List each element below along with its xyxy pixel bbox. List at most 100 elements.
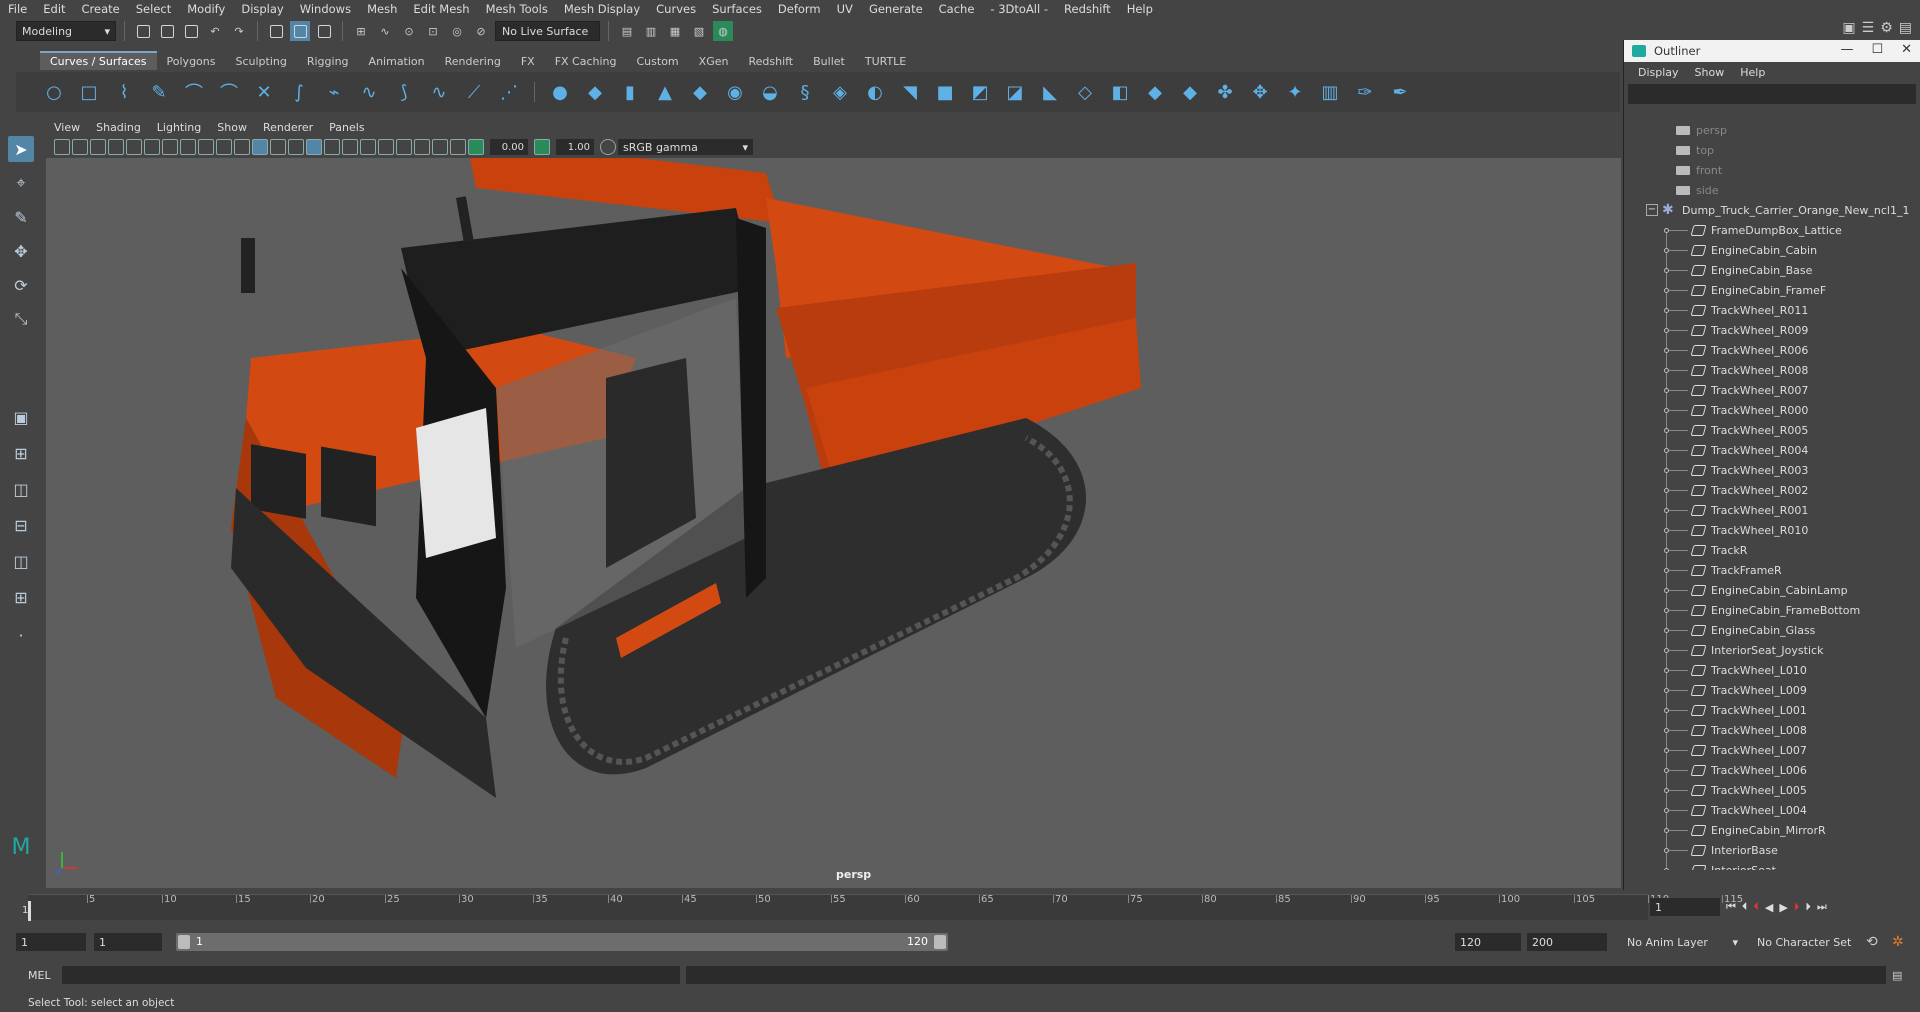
nurbs-torus-icon[interactable]: ◉ [721, 78, 749, 106]
insert-isoparm-icon[interactable]: ✥ [1246, 78, 1274, 106]
outliner-mesh-item[interactable]: EngineCabin_FrameBottom [1624, 600, 1920, 620]
play-forward-icon[interactable]: ▶ [1779, 901, 1787, 914]
character-set-dropdown[interactable]: No Character Set [1752, 933, 1862, 951]
persp-graph-icon[interactable]: ◫ [8, 548, 34, 574]
outliner-mesh-item[interactable]: TrackWheel_L010 [1624, 660, 1920, 680]
outliner-mesh-item[interactable]: TrackFrameR [1624, 560, 1920, 580]
view-transform-dropdown[interactable]: sRGB gamma ▾ [618, 139, 753, 155]
outliner-mesh-item[interactable]: EngineCabin_Cabin [1624, 240, 1920, 260]
select-hierarchy-icon[interactable] [266, 21, 286, 41]
anim-prefs-icon[interactable]: ✲ [1892, 934, 1904, 950]
outliner-mesh-item[interactable]: TrackWheel_L007 [1624, 740, 1920, 760]
birail-icon[interactable]: ◥ [896, 78, 924, 106]
save-scene-icon[interactable] [181, 21, 201, 41]
menu-select[interactable]: Select [128, 2, 179, 16]
shelf-tab-fx-caching[interactable]: FX Caching [545, 53, 627, 70]
expand-dot-icon[interactable] [1664, 548, 1669, 553]
expand-dot-icon[interactable] [1664, 828, 1669, 833]
curve-icon[interactable]: ∫ [285, 78, 313, 106]
motion-blur-icon[interactable] [378, 139, 394, 155]
shelf-tab-polygons[interactable]: Polygons [157, 53, 226, 70]
outliner-group-item[interactable]: − ✱ Dump_Truck_Carrier_Orange_New_ncl1_1 [1624, 200, 1920, 220]
outliner-mesh-item[interactable]: TrackWheel_R005 [1624, 420, 1920, 440]
expand-dot-icon[interactable] [1664, 488, 1669, 493]
collapse-icon[interactable]: − [1646, 204, 1658, 216]
safe-action-icon[interactable] [198, 139, 214, 155]
tool-settings-icon[interactable]: ⚙ [1880, 20, 1893, 36]
outliner-camera-item[interactable]: persp [1624, 120, 1920, 140]
xray-joints-icon[interactable] [450, 139, 466, 155]
four-view-icon[interactable]: ⊞ [8, 440, 34, 466]
attribute-editor-icon[interactable]: ☰ [1862, 20, 1875, 36]
outliner-mesh-item[interactable]: TrackWheel_R007 [1624, 380, 1920, 400]
trim-icon[interactable]: ◧ [1106, 78, 1134, 106]
shelf-tab-rigging[interactable]: Rigging [297, 53, 359, 70]
smooth-shade-icon[interactable] [252, 139, 268, 155]
outliner-mesh-item[interactable]: FrameDumpBox_Lattice [1624, 220, 1920, 240]
expand-dot-icon[interactable] [1664, 368, 1669, 373]
render-current-icon[interactable]: ▤ [617, 21, 637, 41]
scene-end-field[interactable]: 200 [1527, 933, 1607, 951]
expand-dot-icon[interactable] [1664, 428, 1669, 433]
range-slider[interactable]: 1 120 [176, 933, 948, 951]
live-surface-field[interactable]: No Live Surface [495, 21, 600, 41]
outliner-mesh-item[interactable]: TrackWheel_R002 [1624, 480, 1920, 500]
menu-uv[interactable]: UV [829, 2, 861, 16]
expand-dot-icon[interactable] [1664, 468, 1669, 473]
planar-icon[interactable]: ◈ [826, 78, 854, 106]
move-tool-icon[interactable]: ✥ [8, 238, 34, 264]
menu-surfaces[interactable]: Surfaces [704, 2, 770, 16]
playback-end-field[interactable]: 120 [1455, 933, 1521, 951]
outliner-mesh-item[interactable]: TrackWheel_L005 [1624, 780, 1920, 800]
expand-dot-icon[interactable] [1664, 648, 1669, 653]
make-live-icon[interactable]: ⊘ [471, 21, 491, 41]
expand-dot-icon[interactable] [1664, 768, 1669, 773]
mel-input[interactable] [62, 966, 680, 984]
menu-deform[interactable]: Deform [770, 2, 829, 16]
extrude-icon[interactable]: ◐ [861, 78, 889, 106]
use-default-material-icon[interactable] [270, 139, 286, 155]
outliner-menu-display[interactable]: Display [1630, 66, 1687, 79]
outliner-mesh-item[interactable]: TrackWheel_L009 [1624, 680, 1920, 700]
menu-display[interactable]: Display [233, 2, 291, 16]
snap-grid-icon[interactable]: ⊞ [351, 21, 371, 41]
outliner-mesh-item[interactable]: InteriorSeat_Joystick [1624, 640, 1920, 660]
outliner-mesh-item[interactable]: EngineCabin_Glass [1624, 620, 1920, 640]
image-plane-icon[interactable] [90, 139, 106, 155]
expand-dot-icon[interactable] [1664, 588, 1669, 593]
menu-windows[interactable]: Windows [292, 2, 359, 16]
outliner-mesh-item[interactable]: TrackWheel_L006 [1624, 760, 1920, 780]
camera-attributes-icon[interactable] [54, 139, 70, 155]
step-back-key-icon[interactable]: ⏴ [1742, 900, 1748, 914]
range-handle-end[interactable] [934, 935, 946, 949]
outliner-mesh-item[interactable]: TrackWheel_R006 [1624, 340, 1920, 360]
isolate-select-icon[interactable] [414, 139, 430, 155]
lasso-tool-icon[interactable]: ⌖ [8, 170, 34, 196]
bookmark-icon[interactable] [72, 139, 88, 155]
insert-knot-icon[interactable]: ⋰ [495, 78, 523, 106]
ambient-occlusion-icon[interactable] [360, 139, 376, 155]
shelf-tab-curves-surfaces[interactable]: Curves / Surfaces [40, 51, 157, 70]
redo-icon[interactable]: ↷ [229, 21, 249, 41]
shelf-tab-rendering[interactable]: Rendering [435, 53, 511, 70]
expand-dot-icon[interactable] [1664, 668, 1669, 673]
panel-menu-shading[interactable]: Shading [88, 121, 149, 134]
hypershade-layout-icon[interactable]: ⊞ [8, 584, 34, 610]
outliner-mesh-item[interactable]: InteriorSeat [1624, 860, 1920, 870]
anti-aliasing-icon[interactable] [396, 139, 412, 155]
persp-outliner-icon[interactable]: ⊟ [8, 512, 34, 538]
ep-curve-icon[interactable]: ⌇ [110, 78, 138, 106]
expand-dot-icon[interactable] [1664, 268, 1669, 273]
nurbs-cone-icon[interactable]: ▲ [651, 78, 679, 106]
outliner-camera-item[interactable]: top [1624, 140, 1920, 160]
expand-dot-icon[interactable] [1664, 748, 1669, 753]
outliner-camera-item[interactable]: side [1624, 180, 1920, 200]
close-icon[interactable]: ✕ [1901, 42, 1912, 57]
expand-dot-icon[interactable] [1664, 728, 1669, 733]
expand-dot-icon[interactable] [1664, 688, 1669, 693]
scene-start-field[interactable]: 1 [16, 933, 86, 951]
expand-dot-icon[interactable] [1664, 308, 1669, 313]
panel-menu-panels[interactable]: Panels [321, 121, 372, 134]
outliner-menu-show[interactable]: Show [1687, 66, 1733, 79]
undo-icon[interactable]: ↶ [205, 21, 225, 41]
